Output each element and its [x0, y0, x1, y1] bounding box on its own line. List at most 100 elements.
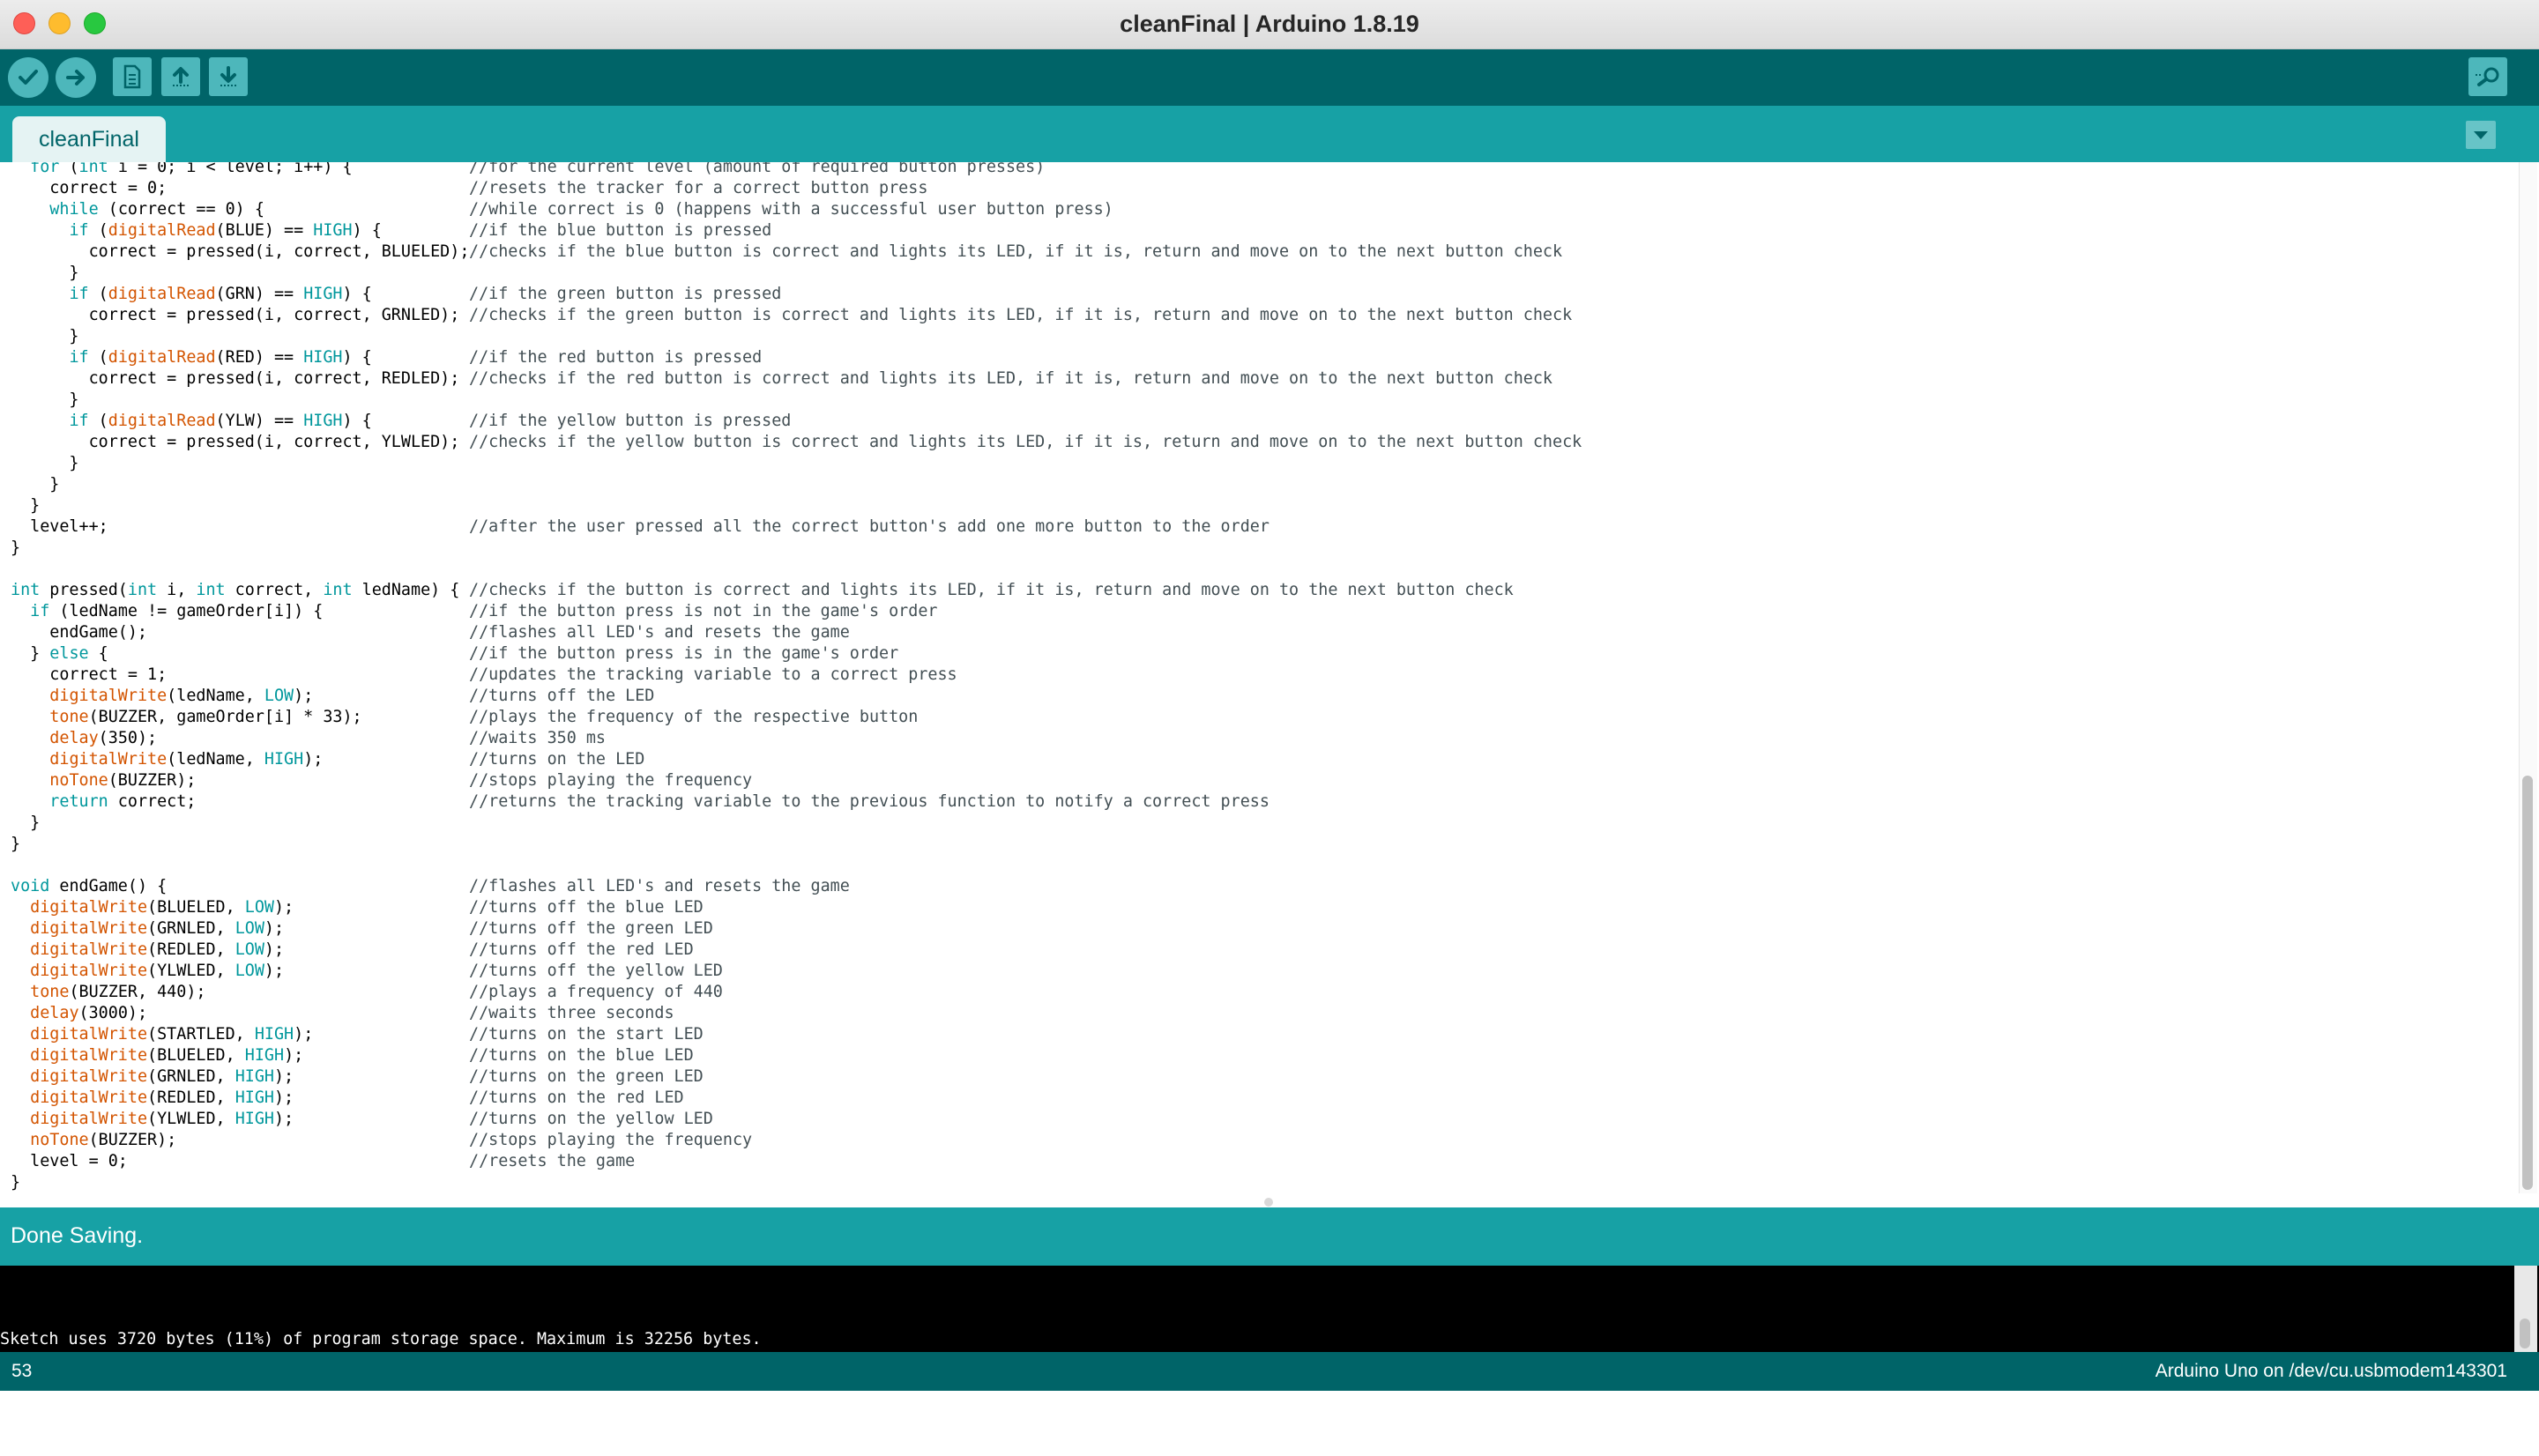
function-token: digitalWrite: [30, 1067, 148, 1086]
code-token: );: [273, 1067, 294, 1086]
document-icon: [123, 64, 141, 89]
code-line: }: [11, 813, 1582, 834]
code-comment: //updates the tracking variable to a cor…: [469, 665, 957, 684]
code-text: }: [11, 495, 469, 516]
code-line: void endGame() {//flashes all LED's and …: [11, 876, 1582, 897]
code-line: digitalWrite(GRNLED, HIGH);//turns on th…: [11, 1066, 1582, 1088]
code-text: if (digitalRead(YLW) == HIGH) {: [11, 411, 469, 432]
console-scrollbar-thumb[interactable]: [2520, 1319, 2530, 1348]
keyword-token: int: [323, 581, 353, 599]
code-text: tone(BUZZER, 440);: [11, 982, 469, 1003]
code-text: correct = 0;: [11, 178, 469, 199]
serial-monitor-button[interactable]: [2468, 57, 2507, 96]
code-line: digitalWrite(STARTLED, HIGH);//turns on …: [11, 1024, 1582, 1045]
keyword-token: return: [49, 792, 108, 811]
code-comment: //for the current level (amount of requi…: [469, 162, 1046, 176]
arrow-right-icon: [66, 70, 85, 85]
code-line: digitalWrite(BLUELED, HIGH);//turns on t…: [11, 1045, 1582, 1066]
code-comment: //turns off the LED: [469, 687, 655, 705]
code-token: }: [11, 454, 79, 472]
code-comment: //after the user pressed all the correct…: [469, 517, 1270, 536]
code-text: digitalWrite(ledName, LOW);: [11, 686, 469, 707]
code-token: (STARTLED,: [147, 1025, 255, 1044]
code-comment: //turns off the blue LED: [469, 898, 704, 917]
keyword-token: if: [69, 348, 89, 367]
code-token: ledName) {: [352, 581, 460, 599]
code-line: digitalWrite(GRNLED, LOW);//turns off th…: [11, 918, 1582, 940]
verify-button[interactable]: [8, 57, 48, 98]
keyword-token: HIGH: [235, 1088, 274, 1107]
code-text: }: [11, 326, 469, 347]
editor-scrollbar-thumb[interactable]: [2522, 776, 2533, 1190]
code-token: pressed(: [40, 581, 128, 599]
function-token: digitalWrite: [30, 1110, 148, 1128]
code-token: (BLUE) ==: [215, 221, 314, 240]
code-text: digitalWrite(REDLED, LOW);: [11, 940, 469, 961]
code-line: level = 0; //resets the game: [11, 1151, 1582, 1172]
code-line: level++; //after the user pressed all the…: [11, 516, 1582, 538]
chevron-down-icon: [2474, 131, 2488, 139]
code-comment: //stops playing the frequency: [469, 771, 753, 790]
code-text: level++;: [11, 516, 469, 538]
code-comment: //flashes all LED's and resets the game: [469, 623, 850, 642]
upload-button[interactable]: [56, 57, 96, 98]
code-token: (: [88, 221, 108, 240]
code-text: digitalWrite(GRNLED, LOW);: [11, 918, 469, 940]
code-token: );: [294, 1025, 314, 1044]
code-comment: //plays the frequency of the respective …: [469, 708, 919, 726]
code-editor[interactable]: for (int i = 0; i < level; i++) {//for t…: [0, 162, 2539, 1193]
window-title: cleanFinal | Arduino 1.8.19: [1120, 11, 1419, 37]
new-sketch-button[interactable]: [113, 57, 152, 96]
open-sketch-button[interactable]: [161, 57, 200, 96]
code-comment: //flashes all LED's and resets the game: [469, 877, 850, 895]
code-comment: //turns off the red LED: [469, 940, 694, 959]
console-output[interactable]: Sketch uses 3720 bytes (11%) of program …: [0, 1266, 2539, 1412]
code-token: (GRNLED,: [147, 919, 235, 938]
tab-menu-button[interactable]: [2466, 121, 2496, 149]
code-text: endGame();: [11, 622, 469, 643]
code-text: noTone(BUZZER);: [11, 770, 469, 791]
function-token: delay: [49, 729, 99, 747]
split-handle[interactable]: [1264, 1198, 1273, 1207]
keyword-token: if: [69, 285, 89, 303]
function-token: delay: [30, 1004, 79, 1022]
code-text: }: [11, 474, 469, 495]
code-token: correct = pressed(i, correct, BLUELED);: [11, 242, 470, 261]
code-comment: //checks if the button is correct and li…: [469, 581, 1514, 599]
save-sketch-button[interactable]: [209, 57, 248, 96]
code-token: level = 0;: [11, 1152, 128, 1170]
code-text: }: [11, 834, 469, 855]
code-token: (GRN) ==: [215, 285, 304, 303]
tab-cleanfinal[interactable]: cleanFinal: [12, 116, 166, 162]
code-line: if (digitalRead(RED) == HIGH) {//if the …: [11, 347, 1582, 368]
code-token: );: [264, 940, 285, 959]
code-line: }: [11, 474, 1582, 495]
code-comment: //checks if the yellow button is correct…: [469, 433, 1582, 451]
code-token: (RED) ==: [215, 348, 304, 367]
code-token: endGame();: [11, 623, 148, 642]
keyword-token: if: [30, 602, 50, 620]
code-token: ) {: [342, 412, 372, 430]
code-token: (REDLED,: [147, 1088, 235, 1107]
code-token: correct,: [225, 581, 324, 599]
keyword-token: int: [196, 581, 226, 599]
cursor-line-number: 53: [11, 1361, 33, 1381]
code-line: digitalWrite(REDLED, LOW);//turns off th…: [11, 940, 1582, 961]
code-text: while (correct == 0) {: [11, 199, 469, 220]
code-token: (GRNLED,: [147, 1067, 235, 1086]
code-text: delay(3000);: [11, 1003, 469, 1024]
code-lines: for (int i = 0; i < level; i++) {//for t…: [11, 162, 1582, 1193]
function-token: digitalWrite: [49, 750, 168, 769]
keyword-token: LOW: [244, 898, 274, 917]
keyword-token: HIGH: [264, 750, 304, 769]
code-text: if (ledName != gameOrder[i]) {: [11, 601, 469, 622]
code-text: digitalWrite(YLWLED, LOW);: [11, 961, 469, 982]
window-titlebar: cleanFinal | Arduino 1.8.19: [0, 0, 2539, 49]
code-comment: //plays a frequency of 440: [469, 983, 723, 1001]
